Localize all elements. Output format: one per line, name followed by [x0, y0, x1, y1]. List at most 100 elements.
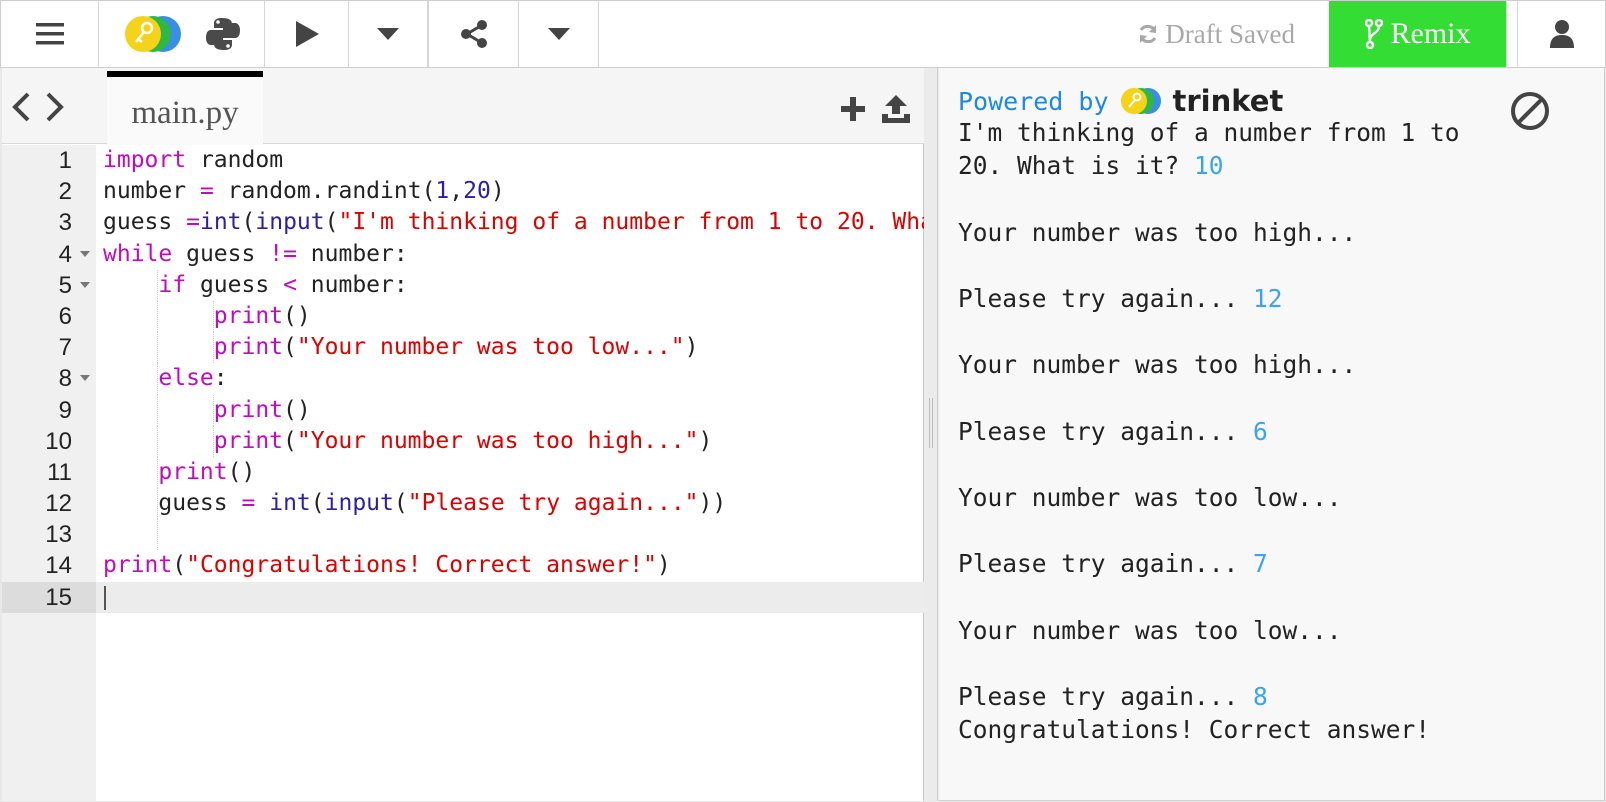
code-token: . — [310, 178, 325, 205]
keyword-token: else — [158, 365, 214, 392]
code-token: guess — [186, 240, 256, 267]
string-token: "I'm thinking of a number from 1 to 20. … — [338, 209, 924, 236]
code-line[interactable]: guess =int(input("I'm thinking of a numb… — [96, 207, 924, 238]
builtin-token: print — [213, 334, 284, 361]
fold-arrow-icon[interactable] — [80, 250, 90, 257]
run-options-button[interactable] — [349, 1, 429, 67]
console-text: 20. What is it? — [958, 151, 1195, 181]
code-token: ( — [393, 490, 408, 517]
share-options-button[interactable] — [519, 1, 599, 67]
operator-token: = — [199, 178, 214, 205]
code-line[interactable]: if guess < number: — [96, 269, 924, 301]
builtin-token: print — [213, 427, 284, 454]
console-line: Your number was too low... — [958, 481, 1588, 514]
fold-arrow-icon[interactable] — [80, 281, 90, 288]
code-token: ) — [656, 552, 671, 579]
plus-icon[interactable] — [840, 96, 866, 122]
code-line[interactable]: print() — [96, 300, 924, 333]
file-actions — [840, 94, 912, 124]
indent-guide — [157, 332, 158, 364]
code-line[interactable]: while guess != number: — [96, 239, 924, 270]
share-button[interactable] — [429, 1, 519, 67]
code-lines[interactable]: import random number = random.randint(1,2… — [96, 145, 924, 613]
line-number-foldable[interactable]: 4 — [2, 239, 96, 270]
line-number-foldable[interactable]: 5 — [2, 270, 96, 301]
code-token: guess — [199, 271, 270, 298]
console-text: Your number was too low... — [958, 483, 1342, 513]
console-text: Please try again... — [958, 416, 1254, 446]
code-token: ( — [324, 209, 339, 236]
indent-guide — [157, 456, 158, 489]
share-icon — [460, 20, 487, 48]
operator-token: = — [241, 490, 256, 517]
line-number: 13 — [45, 521, 72, 549]
indent-guide — [213, 332, 214, 364]
console-text: I'm thinking of a number from 1 to — [958, 118, 1460, 147]
line-number: 3 — [58, 209, 72, 237]
panel-resize-handle[interactable] — [924, 68, 938, 801]
keyword-token: if — [158, 271, 187, 298]
upload-icon[interactable] — [880, 94, 912, 124]
string-token: "Your number was too low..." — [296, 334, 685, 361]
keyword-token: while — [103, 240, 173, 267]
line-number: 6 — [58, 302, 72, 330]
code-token: )) — [698, 490, 727, 517]
fold-arrow-icon[interactable] — [80, 375, 90, 382]
code-token: random — [227, 178, 311, 205]
powered-by-trinket[interactable]: Powered by trinket — [958, 84, 1283, 118]
code-line[interactable] — [96, 581, 924, 613]
code-text-area[interactable]: import random number = random.randint(1,2… — [96, 145, 924, 801]
indent-guide — [157, 269, 158, 301]
code-token: () — [227, 458, 256, 485]
code-token: ( — [283, 427, 297, 454]
console-output[interactable]: I'm thinking of a number from 1 to 20. Wh… — [958, 116, 1588, 747]
python-icon — [205, 18, 240, 50]
remix-label: Remix — [1390, 17, 1471, 50]
user-menu-button[interactable] — [1517, 1, 1605, 67]
top-toolbar: Draft Saved Remix — [0, 0, 1606, 68]
chevron-left-icon[interactable] — [10, 90, 32, 124]
operator-token: = — [186, 209, 200, 236]
builtin-token: print — [213, 302, 284, 329]
code-line[interactable]: else: — [96, 363, 924, 395]
code-line[interactable]: import random — [96, 145, 924, 176]
operator-token: != — [269, 240, 297, 267]
console-line: Congratulations! Correct answer! — [958, 713, 1588, 746]
run-button[interactable] — [265, 1, 349, 67]
trinket-logo[interactable] — [123, 13, 183, 55]
code-token: ( — [241, 209, 256, 236]
string-token: "Congratulations! Correct answer!" — [186, 552, 657, 579]
code-line[interactable]: print("Congratulations! Correct answer!"… — [96, 550, 924, 581]
menu-button[interactable] — [1, 1, 99, 67]
console-line: Your number was too high... — [958, 216, 1588, 249]
line-number-gutter: 1 2 3 4 5 6 7 8 9 10 11 12 13 14 15 — [2, 145, 96, 801]
chevron-down-icon — [377, 28, 399, 40]
code-line[interactable]: print() — [96, 456, 924, 489]
chevron-right-icon[interactable] — [44, 90, 66, 124]
user-icon — [1549, 20, 1574, 48]
tab-main-py[interactable]: main.py — [107, 71, 263, 145]
line-number: 2 — [58, 178, 72, 206]
code-token: , — [449, 178, 464, 205]
code-line[interactable] — [96, 519, 924, 551]
code-line[interactable]: print("Your number was too low...") — [96, 332, 924, 364]
indent-guide — [157, 363, 158, 395]
console-line: Please try again... 12 — [958, 282, 1588, 315]
code-line[interactable]: number = random.randint(1,20) — [96, 176, 924, 207]
code-line[interactable]: guess = int(input("Please try again...")… — [96, 488, 924, 520]
code-token: : — [213, 365, 228, 392]
refresh-icon — [1139, 24, 1157, 44]
line-number-foldable[interactable]: 8 — [2, 363, 96, 394]
console-line: I'm thinking of a number from 1 to — [958, 116, 1588, 149]
code-line[interactable]: print() — [96, 394, 924, 426]
code-line[interactable]: print("Your number was too high...") — [96, 425, 924, 457]
indent-guide — [213, 394, 214, 426]
remix-button[interactable]: Remix — [1329, 1, 1507, 67]
console-line: 20. What is it? 10 — [958, 149, 1588, 182]
builtin-token: print — [213, 396, 284, 423]
